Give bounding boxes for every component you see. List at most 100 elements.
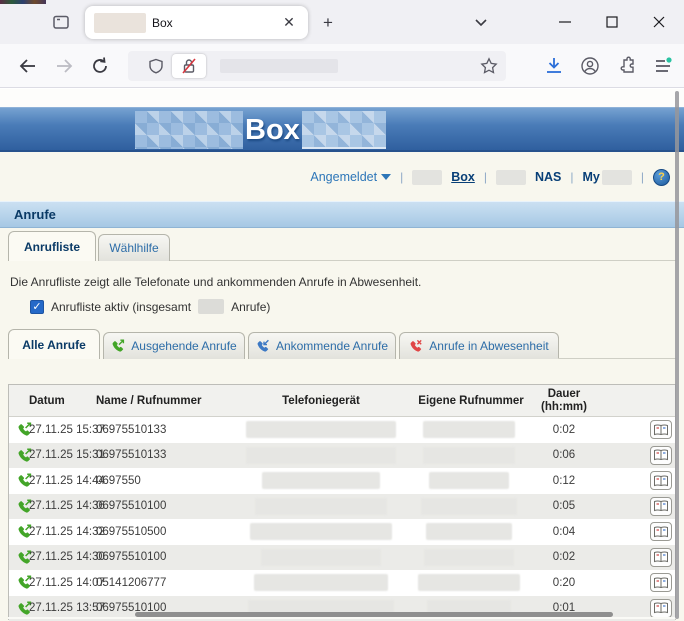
phonebook-icon (653, 500, 669, 512)
anrufliste-aktiv-checkbox[interactable]: ✓ (30, 300, 44, 314)
tab-title: Box (152, 16, 279, 30)
call-own-number-redacted (409, 570, 529, 596)
browser-titlebar: Box ✕ + (0, 0, 684, 44)
url-bar[interactable] (128, 51, 506, 81)
tab-close-icon[interactable]: ✕ (279, 13, 299, 33)
column-header-telefoniegeraet: Telefoniegerät (241, 385, 401, 417)
window-close-button[interactable] (644, 8, 674, 36)
forward-icon[interactable] (54, 56, 74, 76)
add-to-phonebook-button[interactable] (649, 443, 673, 469)
call-device-redacted (241, 519, 401, 545)
tab-waehlhilfe[interactable]: Wählhilfe (98, 234, 170, 261)
add-to-phonebook-button[interactable] (649, 570, 673, 596)
column-header-name-rufnummer: Name / Rufnummer (96, 385, 201, 417)
page-header-bar: Anrufe (0, 201, 684, 228)
nav-link-box[interactable]: Box (451, 170, 475, 184)
page-top-strip (0, 89, 684, 107)
logo-redacted-right (302, 111, 386, 149)
checkbox-label-before: Anrufliste aktiv (insgesamt (51, 300, 191, 314)
call-table-row: 27.11.25 15:31 06975510133 0:06 (9, 443, 675, 469)
bookmark-star-icon[interactable] (480, 57, 498, 75)
filter-tab-anrufe-in-abwesenheit[interactable]: Anrufe in Abwesenheit (399, 332, 559, 359)
top-nav-row: Angemeldet | Box | NAS | My | ? (310, 167, 670, 187)
call-device-redacted (241, 545, 401, 571)
brand-banner: Box (0, 107, 684, 152)
tab-title-redacted (94, 13, 146, 33)
call-duration: 0:12 (524, 468, 604, 494)
downloads-icon[interactable] (544, 56, 564, 76)
call-table-row: 27.11.25 14:44 0697550 0:12 (9, 468, 675, 494)
call-own-number-redacted (409, 443, 529, 469)
call-date: 27.11.25 14:44 (29, 468, 105, 494)
call-table-row: 27.11.25 14:30 06975510100 0:02 (9, 545, 675, 571)
filter-tab-baseline (558, 358, 676, 359)
call-duration: 0:20 (524, 570, 604, 596)
session-label: Angemeldet (310, 170, 377, 184)
call-number: 0697550 (96, 468, 141, 494)
nav-separator: | (570, 170, 573, 184)
app-menu-hamburger-icon[interactable] (653, 56, 673, 76)
back-icon[interactable] (18, 56, 38, 76)
firefox-view-icon[interactable] (52, 13, 70, 31)
call-count-redacted (198, 299, 224, 314)
filter-tab-alle-anrufe[interactable]: Alle Anrufe (8, 329, 100, 359)
horizontal-scrollbar[interactable] (135, 612, 613, 617)
browser-tab[interactable]: Box ✕ (85, 6, 308, 39)
call-device-redacted (241, 570, 401, 596)
new-tab-button[interactable]: + (316, 11, 340, 35)
session-menu[interactable]: Angemeldet (310, 170, 391, 184)
page-viewport: Box Angemeldet | Box | NAS | My | ? An (0, 89, 684, 621)
tab-list-chevron-icon[interactable] (472, 13, 490, 31)
anrufliste-aktiv-row: ✓ Anrufliste aktiv (insgesamt Anrufe) (30, 299, 270, 314)
call-number: 06975510500 (96, 519, 166, 545)
nav-separator: | (484, 170, 487, 184)
phonebook-icon (653, 551, 669, 563)
add-to-phonebook-button[interactable] (649, 519, 673, 545)
add-to-phonebook-button[interactable] (649, 417, 673, 443)
call-date: 27.11.25 14:32 (29, 519, 105, 545)
nav-link-redacted (412, 170, 442, 185)
column-header-datum: Datum (29, 385, 65, 417)
phonebook-icon (653, 424, 669, 436)
nav-separator: | (400, 170, 403, 184)
call-duration: 0:02 (524, 417, 604, 443)
browser-window: Box ✕ + (0, 0, 684, 621)
add-to-phonebook-button[interactable] (649, 494, 673, 520)
call-number: 06975510133 (96, 417, 166, 443)
window-maximize-button[interactable] (597, 8, 627, 36)
incoming-call-icon (256, 339, 270, 353)
tab-anrufliste[interactable]: Anrufliste (8, 231, 96, 261)
reload-icon[interactable] (90, 56, 110, 76)
phonebook-icon (653, 526, 669, 538)
add-to-phonebook-button[interactable] (649, 545, 673, 571)
nav-link-my[interactable]: My (583, 170, 632, 185)
page-title: Anrufe (14, 207, 56, 222)
logo-text: Box (243, 111, 302, 149)
window-minimize-button[interactable] (550, 8, 580, 36)
call-number: 05141206777 (96, 570, 166, 596)
chevron-down-icon (381, 174, 391, 180)
insecure-lock-icon[interactable] (172, 54, 206, 78)
add-to-phonebook-button[interactable] (649, 468, 673, 494)
help-icon[interactable]: ? (653, 169, 670, 186)
browser-toolbar (0, 44, 684, 88)
brand-logo: Box (135, 111, 386, 149)
url-text-redacted (220, 59, 338, 73)
call-table-header: Datum Name / Rufnummer Telefoniegerät Ei… (9, 385, 675, 417)
call-number: 06975510133 (96, 443, 166, 469)
filter-tab-ausgehende-anrufe[interactable]: Ausgehende Anrufe (103, 332, 245, 359)
tracking-protection-shield-icon[interactable] (148, 58, 164, 74)
call-list-table: Datum Name / Rufnummer Telefoniegerät Ei… (8, 384, 676, 620)
call-number: 06975510100 (96, 494, 166, 520)
vertical-scrollbar[interactable] (675, 91, 679, 619)
tab-baseline (170, 260, 676, 261)
extensions-puzzle-icon[interactable] (617, 56, 637, 76)
filter-tab-ankommende-anrufe[interactable]: Ankommende Anrufe (248, 332, 396, 359)
call-table-body: 27.11.25 15:37 06975510133 0:02 27.11.25… (9, 417, 675, 621)
page-description: Die Anrufliste zeigt alle Telefonate und… (10, 275, 421, 289)
call-table-row: 27.11.25 14:32 06975510500 0:04 (9, 519, 675, 545)
phonebook-icon (653, 449, 669, 461)
call-date: 27.11.25 14:36 (29, 494, 105, 520)
account-icon[interactable] (580, 56, 600, 76)
nav-link-nas[interactable]: NAS (535, 170, 561, 184)
